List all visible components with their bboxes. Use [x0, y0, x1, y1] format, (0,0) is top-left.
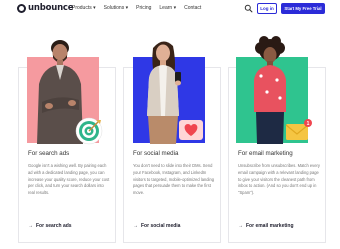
search-icon[interactable]: [244, 4, 253, 13]
heart-icon: [179, 120, 203, 140]
arrow-right-icon: →: [238, 223, 243, 229]
card-body: Unsubscribe from unsubscribes. Match eve…: [238, 163, 320, 196]
login-button[interactable]: Log in: [257, 3, 277, 14]
card-title: For search ads: [28, 150, 70, 157]
main-menu: Products ▾ Solutions ▾ Pricing Learn ▾ C…: [72, 5, 201, 11]
arrow-right-icon: →: [28, 223, 33, 229]
menu-item-solutions[interactable]: Solutions ▾: [104, 5, 128, 11]
menu-item-products[interactable]: Products ▾: [72, 5, 96, 11]
top-navigation: unbounce Products ▾ Solutions ▾ Pricing …: [0, 0, 340, 20]
card-link-email-marketing[interactable]: → For email marketing: [238, 223, 294, 229]
card-link-label: For search ads: [36, 223, 72, 229]
logo-text: unbounce: [28, 3, 74, 13]
card-title: For email marketing: [238, 150, 293, 157]
unbounce-logo[interactable]: unbounce: [17, 3, 74, 13]
free-trial-button[interactable]: Start My Free Trial: [281, 3, 325, 14]
card-link-search-ads[interactable]: → For search ads: [28, 223, 72, 229]
card-title: For social media: [133, 150, 179, 157]
card-body: Google isn't a wishing well. By pairing …: [28, 163, 110, 196]
menu-item-learn[interactable]: Learn ▾: [159, 5, 176, 11]
card-link-label: For social media: [141, 223, 181, 229]
envelope-icon: 1: [285, 119, 312, 140]
arrow-right-icon: →: [133, 223, 138, 229]
menu-item-contact[interactable]: Contact: [184, 5, 201, 11]
card-link-label: For email marketing: [246, 223, 294, 229]
svg-text:1: 1: [307, 121, 310, 127]
card-body: You don't need to slide into their DMs. …: [133, 163, 215, 196]
logo-mark-icon: [17, 3, 26, 13]
card-link-social-media[interactable]: → For social media: [133, 223, 180, 229]
target-icon: [75, 117, 103, 145]
menu-item-pricing[interactable]: Pricing: [136, 5, 151, 11]
